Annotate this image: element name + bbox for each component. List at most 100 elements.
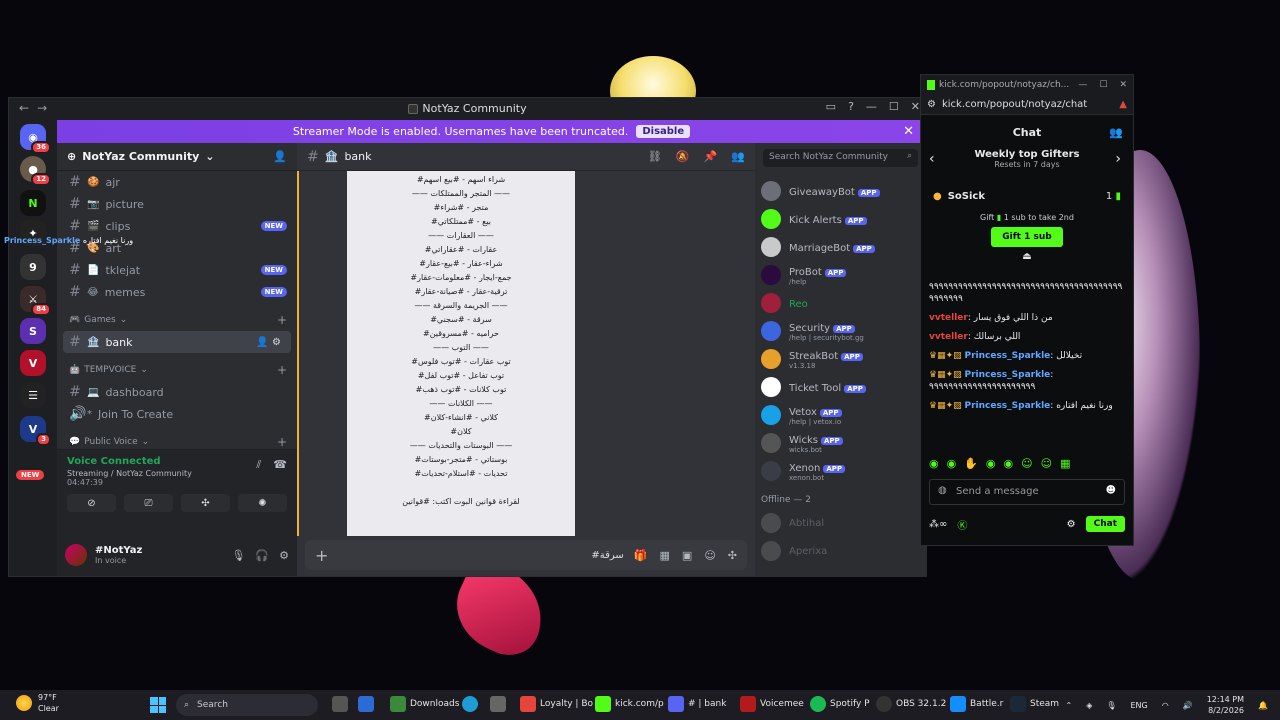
sticker-icon[interactable]: ▣ [682, 549, 692, 562]
invite-icon[interactable]: 👤 [273, 150, 287, 163]
kick-username[interactable]: vvteller [929, 313, 968, 323]
avatar[interactable] [65, 544, 87, 566]
taskbar-brave[interactable]: Loyalty | Bo [520, 696, 593, 712]
chat-send-button[interactable]: Chat [1085, 516, 1125, 532]
member-row[interactable]: Vetox APP/help | vetox.io [761, 401, 920, 429]
channel-ajr[interactable]: # 🍪 ajr [57, 171, 297, 193]
taskbar-obs[interactable]: OBS 32.1.2 [876, 696, 946, 712]
close-icon[interactable]: ✕ [1119, 80, 1127, 90]
points-icon[interactable]: ⁂∞ [929, 519, 947, 530]
search-input[interactable]: Search NotYaz Community ⌕ [763, 149, 918, 167]
taskbar-battlenet[interactable]: Battle.r [950, 696, 1003, 712]
emote-icon[interactable]: ✋ [964, 457, 978, 470]
emote-icon[interactable]: ▦ [1060, 457, 1070, 470]
input-text[interactable]: #سرقة [591, 550, 623, 561]
voice-server-label[interactable]: Streaming / NotYaz Community [67, 469, 287, 478]
disconnect-icon[interactable]: ☎ [273, 458, 287, 472]
close-banner-icon[interactable]: ✕ [903, 124, 914, 139]
pin-icon[interactable]: 📌 [704, 150, 718, 163]
emote-icon[interactable]: ◉ [929, 457, 939, 470]
network-icon[interactable]: ◈ [1086, 701, 1092, 710]
gift-sub-button[interactable]: Gift 1 sub [991, 227, 1063, 247]
kick-message[interactable]: ♛▦✦▨ Princess_Sparkle: ورنا نغيم افتاره [929, 400, 1123, 412]
taskbar-spotify[interactable]: Spotify P [810, 696, 870, 712]
back-arrow-icon[interactable]: ← [19, 101, 29, 115]
kick-username[interactable]: Princess_Sparkle [964, 401, 1050, 411]
channel-memes[interactable]: # 😂 memes NEW [57, 281, 297, 303]
help-icon[interactable]: ? [848, 100, 854, 113]
taskbar-steam[interactable]: Steam [1010, 696, 1059, 712]
minimize-icon[interactable]: — [1078, 80, 1087, 90]
kick-message-input[interactable]: ◍ Send a message ☻ [929, 479, 1125, 505]
member-row[interactable]: Abtihal [761, 509, 920, 537]
upload-plus-icon[interactable]: + [315, 546, 328, 565]
server-icon-7[interactable]: ☰ [20, 382, 46, 408]
chevron-up-icon[interactable]: ⌃ [1065, 701, 1072, 710]
server-header[interactable]: ⊕ NotYaz Community ⌄ 👤 [57, 143, 297, 171]
maximize-icon[interactable]: ☐ [889, 100, 899, 113]
gear-icon[interactable]: ⚙ [279, 549, 289, 562]
clock[interactable]: 12:14 PM 8/2/2026 [1207, 694, 1244, 716]
noise-suppression-icon[interactable]: ⫽ [256, 458, 261, 472]
member-row[interactable]: Security APP/help | securitybot.gg [761, 317, 920, 345]
collapse-icon[interactable]: ⏏ [921, 251, 1133, 262]
headphones-icon[interactable]: 🎧 [255, 549, 269, 562]
add-channel-icon[interactable]: + [277, 435, 287, 449]
taskbar-downloads[interactable]: Downloads [390, 696, 459, 712]
app-icon[interactable] [358, 696, 374, 712]
emoji-icon[interactable]: ☻ [1106, 485, 1116, 496]
emote-icon[interactable]: ☺ [1021, 457, 1032, 470]
apps-icon[interactable]: ✣ [728, 549, 737, 562]
screen-share-icon[interactable]: ⎚ [124, 494, 173, 512]
kick-url-bar[interactable]: ⚙ kick.com/popout/notyaz/chat ▲ [921, 95, 1133, 115]
add-channel-icon[interactable]: + [277, 363, 287, 377]
kick-username[interactable]: vvteller [929, 332, 968, 342]
brave-shield-icon[interactable]: ▲ [1119, 99, 1127, 110]
dm-home-icon[interactable]: ◉ 36 [20, 124, 51, 154]
forward-arrow-icon[interactable]: → [37, 101, 47, 115]
mic-icon[interactable]: 🎙 [231, 549, 245, 562]
category-tempvoice[interactable]: 🤖 TEMPVOICE ⌄ + [57, 359, 297, 381]
member-row[interactable]: Aperixa [761, 537, 920, 565]
kick-message[interactable]: ٩٩٩٩٩٩٩٩٩٩٩٩٩٩٩٩٩٩٩٩٩٩٩٩٩٩٩٩٩٩٩٩٩٩٩٩٩٩٩٩… [929, 281, 1123, 305]
member-row[interactable]: Wicks APP wicks.bot [761, 429, 920, 457]
soundboard-icon[interactable]: ✺ [238, 494, 287, 512]
close-icon[interactable]: ✕ [911, 100, 920, 113]
emote-icon[interactable]: ◉ [1004, 457, 1014, 470]
task-view-icon[interactable] [332, 696, 348, 712]
voice-connected-label[interactable]: Voice Connected [67, 456, 287, 467]
emote-icon[interactable]: ◉ [947, 457, 957, 470]
kick-k-icon[interactable]: Ⓚ [957, 517, 967, 532]
channel-join-to-create[interactable]: 🔊 * Join To Create [57, 403, 297, 425]
chevron-right-icon[interactable]: › [1115, 151, 1121, 167]
bot-embed-image[interactable]: #شراء اسهم - #بيع اسهم —— المتجر والممتلك… [347, 171, 575, 536]
username[interactable]: #NotYaz [95, 545, 142, 556]
chevron-left-icon[interactable]: ‹ [929, 151, 935, 167]
kick-message[interactable]: vvteller: من ذا اللي فوق يسار [929, 312, 1123, 324]
member-list-icon[interactable]: 👥 [731, 150, 745, 163]
server-icon-1[interactable]: ● 12 [20, 156, 51, 186]
taskbar-search[interactable]: ⌕ Search [176, 694, 318, 716]
kick-message[interactable]: ♛▦✦▨ Princess_Sparkle: ٩٩٩٩٩٩٩٩٩٩٩٩٩٩٩٩٩… [929, 369, 1123, 393]
inbox-icon[interactable]: ▭ [826, 100, 836, 113]
store-icon[interactable] [490, 696, 506, 712]
threads-icon[interactable]: ⛓ [648, 150, 662, 163]
channel-clips[interactable]: # 🎬 clips NEW [57, 215, 297, 237]
taskbar-voicemeeter[interactable]: Voicemee [740, 696, 804, 712]
category-games[interactable]: 🎮 Games ⌄ + [57, 309, 297, 331]
member-row[interactable]: MarriageBot APP [761, 233, 920, 261]
wifi-icon[interactable]: ◠ [1162, 701, 1169, 710]
camera-off-icon[interactable]: ⊘ [67, 494, 116, 512]
emote-icon[interactable]: ☺ [1041, 457, 1052, 470]
minimize-icon[interactable]: — [866, 100, 877, 113]
emoji-icon[interactable]: ☺ [704, 549, 715, 562]
add-channel-icon[interactable]: + [277, 313, 287, 327]
channel-settings-icon[interactable]: 👤 ⚙ [256, 337, 281, 348]
server-icon-6[interactable]: V [20, 350, 46, 376]
start-button[interactable] [150, 697, 166, 713]
maximize-icon[interactable]: ☐ [1099, 80, 1107, 90]
server-icon-4[interactable]: ⚔ 84 [20, 286, 51, 316]
member-row[interactable]: Reo [761, 289, 920, 317]
users-icon[interactable]: 👥 [1109, 126, 1123, 139]
mic-icon[interactable]: 🎙 [1106, 701, 1116, 710]
